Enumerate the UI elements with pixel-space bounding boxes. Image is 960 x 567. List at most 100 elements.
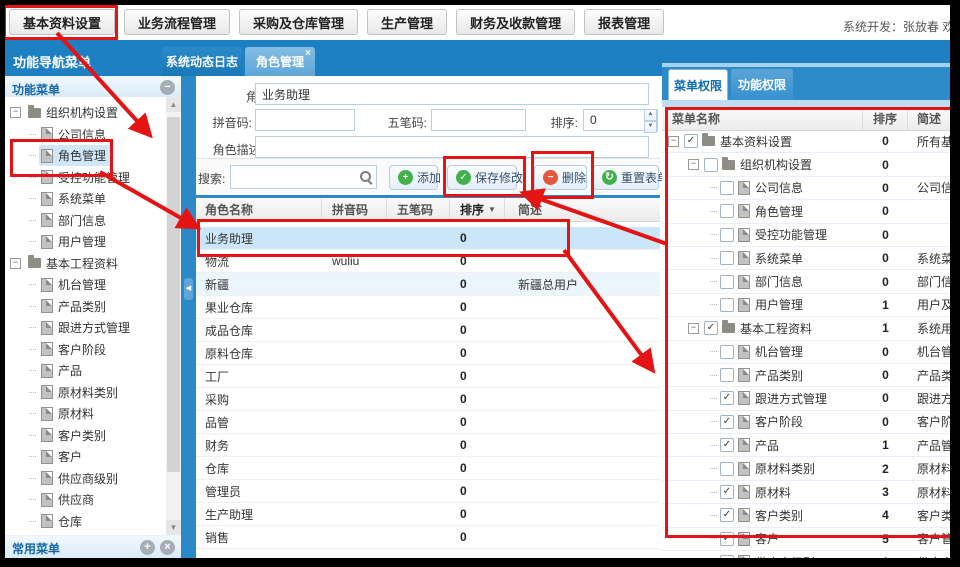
role-table-row[interactable]: 仓库0	[196, 457, 660, 480]
top-menu-item-1[interactable]: 业务流程管理	[124, 9, 230, 35]
checkbox-icon[interactable]	[720, 228, 734, 242]
checkbox-checked-icon[interactable]: ✓	[684, 134, 698, 148]
col-role-name[interactable]: 角色名称	[196, 198, 322, 221]
reset-button[interactable]: ↻ 重置表单	[593, 165, 659, 190]
checkbox-icon[interactable]	[720, 345, 734, 359]
permission-tree-row[interactable]: 系统菜单0系统菜	[662, 247, 950, 270]
tab-role-management[interactable]: 角色管理 ×	[245, 47, 315, 76]
close-tab-icon[interactable]: ×	[305, 49, 311, 59]
permission-tree-row[interactable]: ✓客户类别4客户类	[662, 504, 950, 527]
role-table-row[interactable]: 管理员0	[196, 480, 660, 503]
tab-system-log[interactable]: 系统动态日志	[162, 47, 242, 76]
sidebar-section-header[interactable]: 功能菜单 −	[5, 76, 181, 99]
checkbox-icon[interactable]	[720, 204, 734, 218]
permission-tree-row[interactable]: ✓客户5客户管	[662, 528, 950, 551]
nav-tree-item[interactable]: 原材料	[5, 403, 166, 425]
checkbox-checked-icon[interactable]: ✓	[720, 391, 734, 405]
col-pinyin[interactable]: 拼音码	[322, 198, 387, 221]
search-input[interactable]	[230, 165, 377, 189]
permission-tree-row[interactable]: ✓客户阶段0客户阶	[662, 411, 950, 434]
permission-tree-row[interactable]: 公司信息0公司信	[662, 177, 950, 200]
role-table-row[interactable]: 工厂0	[196, 365, 660, 388]
tree-expander-icon[interactable]: −	[668, 136, 679, 147]
top-menu-item-0[interactable]: 基本资料设置	[9, 9, 115, 35]
close-circle-icon[interactable]: ×	[160, 540, 175, 555]
collapse-minus-icon[interactable]: −	[160, 80, 175, 95]
permission-tree-row[interactable]: ✓跟进方式管理0跟进方	[662, 387, 950, 410]
role-table-row[interactable]: 物流wuliu0	[196, 250, 660, 273]
nav-tree-item[interactable]: 客户	[5, 446, 166, 468]
permission-tree-row[interactable]: 用户管理1用户及	[662, 294, 950, 317]
checkbox-checked-icon[interactable]: ✓	[704, 321, 718, 335]
checkbox-icon[interactable]	[704, 158, 718, 172]
checkbox-icon[interactable]	[720, 368, 734, 382]
save-button[interactable]: ✓ 保存修改	[447, 165, 517, 190]
checkbox-icon[interactable]	[720, 462, 734, 476]
nav-tree-item[interactable]: 仓库	[5, 511, 166, 533]
pinyin-input[interactable]	[255, 109, 355, 131]
tab-function-permission[interactable]: 功能权限	[731, 69, 793, 100]
role-table-row[interactable]: 采购0	[196, 388, 660, 411]
role-desc-input[interactable]	[255, 136, 649, 158]
checkbox-icon[interactable]	[720, 251, 734, 265]
nav-tree-group[interactable]: −组织机构设置	[5, 102, 166, 124]
permission-tree-row[interactable]: 受控功能管理0	[662, 224, 950, 247]
search-icon[interactable]	[359, 170, 373, 184]
role-table-row[interactable]: 成品仓库0	[196, 319, 660, 342]
role-table-row[interactable]: 生产助理0	[196, 503, 660, 526]
col-perm-desc[interactable]: 简述	[908, 107, 950, 130]
top-menu-item-4[interactable]: 财务及收款管理	[456, 9, 575, 35]
checkbox-checked-icon[interactable]: ✓	[720, 438, 734, 452]
col-perm-sort[interactable]: 排序	[863, 107, 908, 130]
scroll-up-icon[interactable]: ▲	[166, 97, 181, 112]
nav-tree-item[interactable]: 部门信息	[5, 210, 166, 232]
checkbox-icon[interactable]	[720, 181, 734, 195]
nav-tree-item[interactable]: 产品	[5, 360, 166, 382]
permission-tree-row[interactable]: ✓产品1产品管	[662, 434, 950, 457]
permission-tree-row[interactable]: −✓基本工程资料1系统用	[662, 317, 950, 340]
role-table-row[interactable]: 原料仓库0	[196, 342, 660, 365]
nav-tree-item[interactable]: 角色管理	[5, 145, 166, 167]
checkbox-checked-icon[interactable]: ✓	[720, 415, 734, 429]
tree-expander-icon[interactable]: −	[10, 107, 21, 118]
nav-tree-item[interactable]: 产品类别	[5, 296, 166, 318]
nav-tree-group[interactable]: −基本工程资料	[5, 253, 166, 275]
checkbox-checked-icon[interactable]: ✓	[720, 508, 734, 522]
nav-tree-item[interactable]: 供应商	[5, 489, 166, 511]
role-table-row[interactable]: 果业仓库0	[196, 296, 660, 319]
nav-tree-item[interactable]: 用户管理	[5, 231, 166, 253]
role-table-row[interactable]: 品管0	[196, 411, 660, 434]
nav-tree-item[interactable]: 公司信息	[5, 124, 166, 146]
permission-tree-row[interactable]: 角色管理0	[662, 200, 950, 223]
nav-tree-item[interactable]: 客户类别	[5, 425, 166, 447]
role-name-input[interactable]	[255, 83, 649, 105]
scrollbar-thumb[interactable]	[167, 117, 180, 472]
col-desc[interactable]: 简述	[505, 198, 660, 221]
nav-tree-item[interactable]: 原材料类别	[5, 382, 166, 404]
tree-expander-icon[interactable]: −	[10, 258, 21, 269]
tree-expander-icon[interactable]: −	[688, 159, 699, 170]
checkbox-checked-icon[interactable]: ✓	[720, 485, 734, 499]
permission-tree-row[interactable]: 原材料类别2原材料	[662, 457, 950, 480]
nav-tree-item[interactable]: 机台管理	[5, 274, 166, 296]
scroll-down-icon[interactable]: ▼	[166, 520, 181, 535]
sidebar-scrollbar[interactable]: ▲ ▼	[166, 97, 181, 535]
nav-tree-item[interactable]: 跟进方式管理	[5, 317, 166, 339]
wubi-input[interactable]	[431, 109, 526, 131]
nav-tree-item[interactable]: 系统菜单	[5, 188, 166, 210]
nav-tree-item[interactable]: 供应商级别	[5, 468, 166, 490]
spin-up-icon[interactable]: ▲	[644, 109, 657, 121]
col-wubi[interactable]: 五笔码	[387, 198, 450, 221]
permission-tree-row[interactable]: 机台管理0机台管	[662, 341, 950, 364]
top-menu-item-2[interactable]: 采购及仓库管理	[239, 9, 358, 35]
col-menu-name[interactable]: 菜单名称	[662, 107, 863, 130]
col-sort[interactable]: 排序▼	[450, 198, 505, 221]
splitter-collapse-icon[interactable]: ◀	[184, 278, 193, 300]
permission-tree-row[interactable]: ✓原材料3原材料	[662, 481, 950, 504]
add-button[interactable]: + 添加	[389, 165, 438, 190]
permission-tree-row[interactable]: 部门信息0部门信	[662, 270, 950, 293]
role-table-row[interactable]: 销售0	[196, 526, 660, 549]
top-menu-item-5[interactable]: 报表管理	[584, 9, 664, 35]
nav-tree-item[interactable]: 客户阶段	[5, 339, 166, 361]
checkbox-icon[interactable]	[720, 275, 734, 289]
